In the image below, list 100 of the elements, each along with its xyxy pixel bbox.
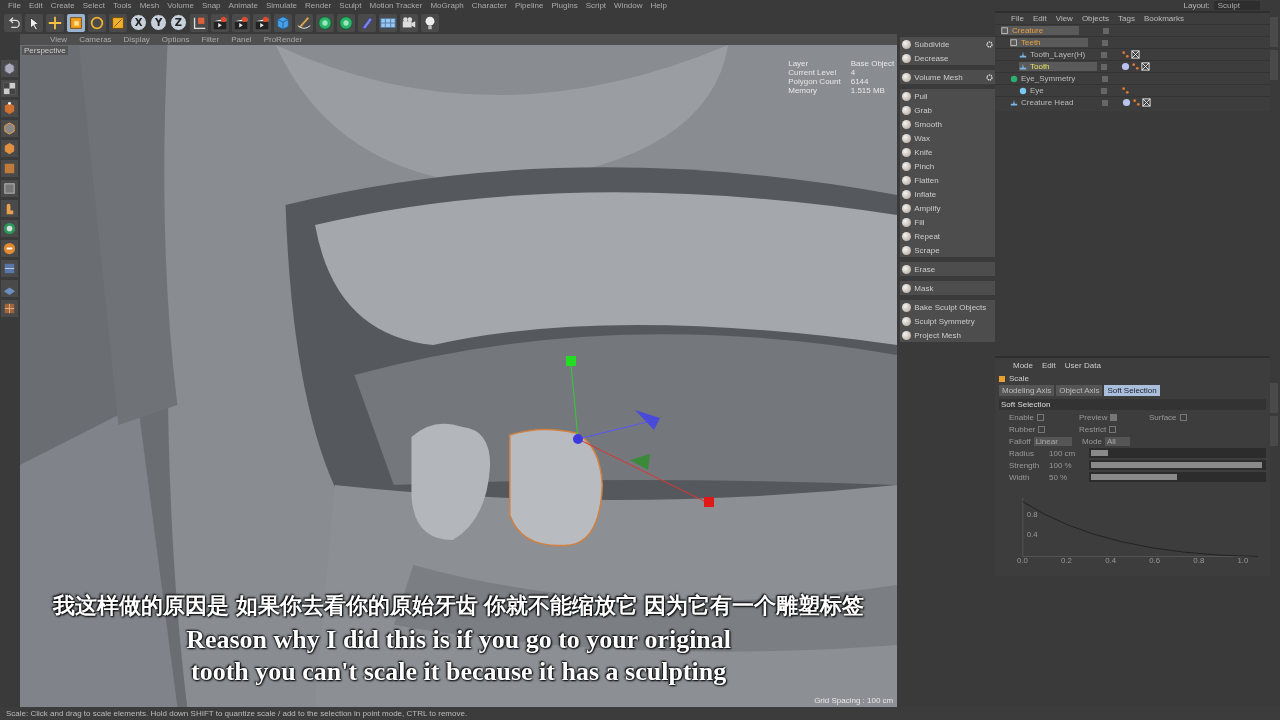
attributes-menu-item[interactable]: User Data <box>1064 361 1101 370</box>
menu-item[interactable]: Pipeline <box>514 1 544 10</box>
sculpt-tool-button[interactable]: Repeat <box>900 229 995 243</box>
menu-item[interactable]: Select <box>82 1 105 10</box>
checkbox[interactable] <box>1036 414 1044 421</box>
menu-item[interactable]: Render <box>305 1 332 10</box>
pen-tool-button[interactable] <box>295 13 313 32</box>
transform-tool-button[interactable] <box>109 13 127 32</box>
cube-mode-button[interactable] <box>1 60 19 77</box>
menu-item[interactable]: Edit <box>28 1 43 10</box>
menu-item[interactable]: Animate <box>228 1 258 10</box>
render-tool-button[interactable] <box>211 13 229 32</box>
sculpt-tool-button[interactable]: Amplify <box>900 201 995 215</box>
object-menu-item[interactable]: View <box>1055 14 1073 23</box>
menu-item[interactable]: Snap <box>201 1 221 10</box>
attributes-tab[interactable]: Soft Selection <box>1104 385 1160 396</box>
points-mode-button[interactable] <box>1 100 19 117</box>
undo-tool-button[interactable] <box>4 13 22 32</box>
sculpt-tool-button[interactable]: Subdivide <box>900 37 995 51</box>
tag-icon[interactable] <box>1142 98 1151 107</box>
render-tool-button[interactable] <box>232 13 250 32</box>
sculpt-tool-button[interactable]: Pull <box>900 89 995 103</box>
sculpt-tool-button[interactable]: Grab <box>900 103 995 117</box>
menu-item[interactable]: Window <box>614 1 643 10</box>
sculpt-tool-button[interactable]: Pinch <box>900 159 995 173</box>
sculpt-tool-button[interactable]: Wax <box>900 131 995 145</box>
rotate-tool-button[interactable] <box>88 13 106 32</box>
attributes-menu-item[interactable]: Edit <box>1042 361 1056 370</box>
menu-item[interactable]: Script <box>585 1 607 10</box>
object-menu-item[interactable]: Edit <box>1032 14 1047 23</box>
settings-icon[interactable] <box>986 40 993 48</box>
object-menu-item[interactable]: Tags <box>1118 14 1135 23</box>
sculpt-tool-button[interactable]: Project Mesh <box>900 328 995 342</box>
object-name[interactable]: Tooth <box>1019 62 1097 71</box>
viewport-menu-item[interactable]: ProRender <box>263 35 303 44</box>
dropdown[interactable]: Linear <box>1033 437 1072 446</box>
edges-mode-button[interactable] <box>1 120 19 137</box>
menu-item[interactable]: Mesh <box>139 1 160 10</box>
tag-icon[interactable] <box>1131 50 1140 59</box>
sculpt-tool-button[interactable]: Knife <box>900 145 995 159</box>
object-name[interactable]: Eye <box>1019 86 1097 95</box>
sculpt-tool-button[interactable]: Bake Sculpt Objects <box>900 300 995 314</box>
axis-lock-button[interactable]: X <box>130 14 147 31</box>
axis-lock-button[interactable]: Z <box>170 14 187 31</box>
menu-item[interactable]: File <box>8 1 21 10</box>
floor-tool-button[interactable] <box>379 13 397 32</box>
falloff-curve-drawing[interactable]: 0.8 0.4 0.0 0.2 0.4 0.6 0.8 1.0 <box>1015 486 1260 574</box>
grid-mode-button[interactable] <box>1 300 19 317</box>
tag-icon[interactable] <box>1131 62 1140 71</box>
object-name[interactable]: Creature <box>1001 26 1079 35</box>
sculpt-tool-button[interactable]: Mask <box>900 281 995 295</box>
generator-tool-button[interactable] <box>316 13 334 32</box>
tag-icon[interactable] <box>1141 62 1150 71</box>
object-name[interactable]: Tooth_Layer(H) <box>1019 50 1097 59</box>
scale-tool-button[interactable] <box>67 13 85 32</box>
axis-lock-button[interactable]: Y <box>150 14 167 31</box>
cube-tool-button[interactable] <box>274 13 292 32</box>
select-tool-button[interactable] <box>25 13 43 32</box>
tweak-mode-button[interactable] <box>1 200 19 217</box>
attributes-tab[interactable]: Modeling Axis <box>999 385 1055 396</box>
workplane-mode-button[interactable] <box>1 280 19 297</box>
sculpt-tool-button[interactable]: Erase <box>900 262 995 276</box>
checkbox[interactable] <box>1109 426 1117 433</box>
camera-tool-button[interactable] <box>400 13 418 32</box>
slider-value[interactable]: 50 % <box>1049 472 1089 482</box>
coords-tool-button[interactable] <box>190 13 208 32</box>
menu-item[interactable]: Character <box>471 1 507 10</box>
generator-tool-button[interactable] <box>337 13 355 32</box>
object-name[interactable]: Eye_Symmetry <box>1010 74 1088 83</box>
menu-item[interactable]: Create <box>50 1 75 10</box>
slider-value[interactable]: 100 % <box>1049 460 1089 470</box>
slider-track[interactable] <box>1089 448 1266 458</box>
sculpt-tool-button[interactable]: Flatten <box>900 173 995 187</box>
sculpt-tool-button[interactable]: Fill <box>900 215 995 229</box>
polygons-mode-button[interactable] <box>1 140 19 157</box>
deformer-tool-button[interactable] <box>358 13 376 32</box>
viewport-menu-item[interactable]: Display <box>123 35 150 44</box>
checker-mode-button[interactable] <box>1 80 19 97</box>
viewport-menu-item[interactable]: Filter <box>201 35 220 44</box>
move-tool-button[interactable] <box>46 13 64 32</box>
tag-icon[interactable] <box>1121 62 1130 71</box>
sculpt-tool-button[interactable]: Inflate <box>900 187 995 201</box>
viewport-menu-item[interactable]: View <box>49 35 68 44</box>
snap-mode-button[interactable] <box>1 240 19 257</box>
slider-track[interactable] <box>1089 472 1266 482</box>
menu-item[interactable]: Sculpt <box>339 1 362 10</box>
viewport-menu-item[interactable]: Panel <box>231 35 252 44</box>
attributes-menu-item[interactable]: Mode <box>1013 361 1033 370</box>
menu-item[interactable]: Volume <box>167 1 194 10</box>
menu-item[interactable]: Tools <box>112 1 132 10</box>
sculpt-tool-button[interactable]: Decrease <box>900 51 995 65</box>
viewport-menu-item[interactable]: Cameras <box>79 35 112 44</box>
checkbox[interactable] <box>1110 414 1118 421</box>
sculpt-tool-button[interactable]: Smooth <box>900 117 995 131</box>
menu-item[interactable]: Motion Tracker <box>369 1 423 10</box>
object-menu-item[interactable]: Bookmarks <box>1143 14 1184 23</box>
checkbox[interactable] <box>1179 414 1187 421</box>
object-name[interactable]: Teeth <box>1010 38 1088 47</box>
settings-icon[interactable] <box>986 73 993 81</box>
layout-dropdown[interactable]: Sculpt <box>1213 1 1260 10</box>
